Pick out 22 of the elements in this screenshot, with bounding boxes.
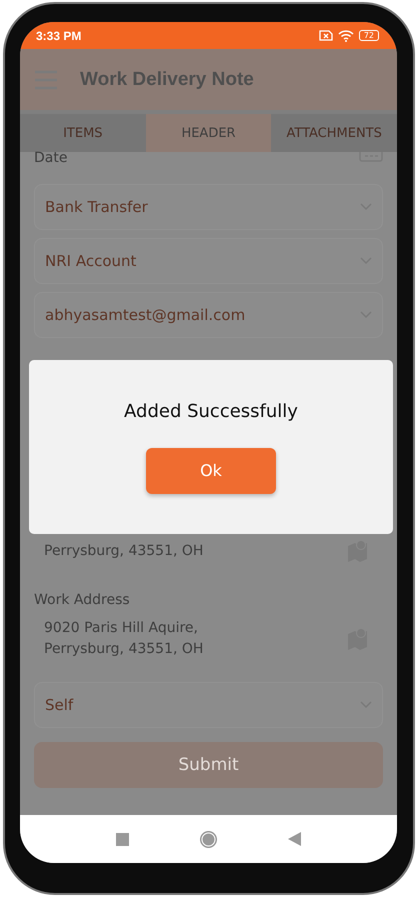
battery-level: 72: [358, 30, 379, 41]
submit-button[interactable]: Submit: [34, 742, 383, 788]
recents-icon[interactable]: [116, 832, 129, 846]
app-title: Work Delivery Note: [80, 68, 254, 90]
sim-icon: [318, 30, 333, 41]
tab[interactable]: HEADER: [146, 114, 272, 152]
status-time: 3:33 PM: [36, 28, 82, 42]
dropdown-field[interactable]: Bank Transfer: [34, 184, 383, 230]
field-label: Work Address: [34, 592, 131, 608]
tab[interactable]: ATTACHMENTS: [271, 114, 397, 152]
dropdown-field[interactable]: Self: [34, 682, 383, 728]
back-icon[interactable]: [288, 832, 301, 846]
tab[interactable]: ITEMS: [20, 114, 146, 152]
ok-button[interactable]: Ok: [146, 448, 276, 494]
wifi-icon: [338, 30, 354, 42]
dropdown-field[interactable]: abhyasamtest@gmail.com: [34, 292, 383, 338]
address-text: 9020 Paris Hill Aquire, Perrysburg, 43551, OH: [44, 619, 204, 659]
dropdown-field[interactable]: NRI Account: [34, 238, 383, 284]
field-label: Date: [34, 150, 68, 166]
address-text: Perrysburg, 43551, OH: [44, 542, 204, 560]
dialog-message: Added Successfully: [124, 400, 298, 422]
home-icon[interactable]: [199, 830, 218, 848]
